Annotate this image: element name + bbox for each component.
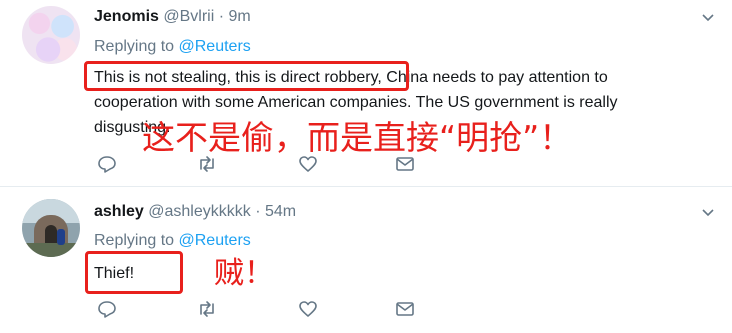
tweet-actions: [96, 298, 436, 320]
separator: ·: [218, 8, 225, 25]
user-handle[interactable]: @Bvlrii: [163, 8, 214, 25]
timestamp[interactable]: 9m: [229, 8, 251, 25]
avatar[interactable]: [22, 6, 80, 64]
replying-prefix: Replying to: [94, 232, 175, 249]
envelope-icon[interactable]: [394, 153, 416, 175]
envelope-icon[interactable]: [394, 298, 416, 320]
chinese-annotation: 这不是偷，而是直接“明抢”！: [142, 118, 573, 157]
retweet-icon[interactable]: [196, 153, 218, 175]
replying-to: Replying to @Reuters: [94, 38, 251, 56]
tweet-header: ashley @ashleykkkkk · 54m: [94, 203, 296, 221]
replying-prefix: Replying to: [94, 38, 175, 55]
mention-link[interactable]: @Reuters: [179, 232, 251, 249]
highlight-box: [85, 251, 183, 294]
timestamp[interactable]: 54m: [265, 203, 296, 220]
tweet-text: Thief!: [94, 261, 694, 286]
user-handle[interactable]: @ashleykkkkk: [148, 203, 251, 220]
display-name[interactable]: Jenomis: [94, 8, 159, 25]
heart-icon[interactable]: [297, 298, 319, 320]
chinese-annotation: 贼！: [214, 256, 274, 291]
separator: ·: [255, 203, 261, 220]
mention-link[interactable]: @Reuters: [179, 38, 251, 55]
reply-icon[interactable]: [96, 153, 118, 175]
chevron-down-icon[interactable]: [702, 207, 714, 219]
highlight-box: [84, 61, 409, 91]
avatar[interactable]: [22, 199, 80, 257]
retweet-icon[interactable]: [196, 298, 218, 320]
heart-icon[interactable]: [297, 153, 319, 175]
tweet-header: Jenomis @Bvlrii · 9m: [94, 8, 251, 26]
display-name[interactable]: ashley: [94, 203, 144, 220]
tweet-actions: [96, 153, 436, 175]
chevron-down-icon[interactable]: [702, 12, 714, 24]
reply-icon[interactable]: [96, 298, 118, 320]
